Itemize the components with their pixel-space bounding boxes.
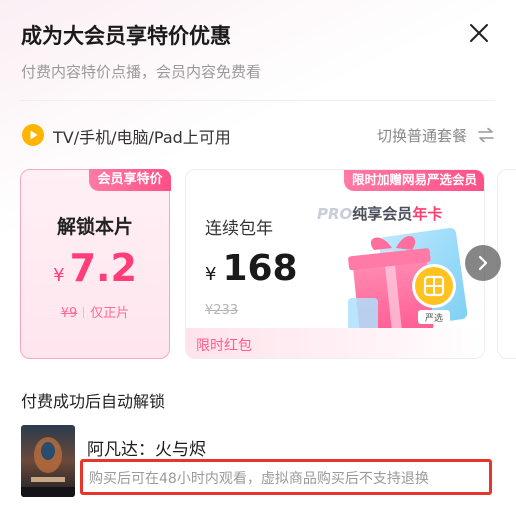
switch-plan-label: 切换普通套餐 [376, 126, 467, 145]
auto-unlock-note: 付费成功后自动解锁 [21, 392, 166, 411]
play-icon [22, 124, 44, 146]
plan-name: 解锁本片 [56, 216, 133, 238]
movie-title: 阿凡达：火与烬 [87, 440, 206, 460]
gift-box-illustration: 严选 [348, 227, 468, 338]
plan-note: 仅正片 [90, 306, 130, 321]
chevron-right-icon [478, 255, 488, 271]
panel-subtitle: 付费内容特价点播，会员内容免费看 [21, 63, 262, 81]
switch-plan-button[interactable]: 切换普通套餐 [377, 124, 495, 146]
promo-title: PRO纯享会员年卡 [317, 203, 442, 224]
original-price: ¥233 [205, 303, 239, 318]
price-amount: 7.2 [69, 246, 137, 290]
price-amount: 168 [222, 248, 298, 289]
promo-pro: PRO [317, 205, 353, 223]
refund-disclaimer-box: 购买后可在48小时内观看，虚拟商品购买后不支持退换 [80, 459, 492, 495]
currency-symbol: ¥ [205, 264, 217, 285]
refund-disclaimer: 购买后可在48小时内观看，虚拟商品购买后不支持退换 [89, 471, 429, 487]
promo-annual: 年卡 [412, 205, 443, 223]
header-divider [21, 100, 495, 101]
original-price: ¥9 [60, 306, 78, 321]
swap-arrows-icon [478, 127, 494, 143]
red-packet-bar: 限时红包 [186, 328, 484, 358]
close-button[interactable] [466, 20, 492, 46]
gift-label: 严选 [425, 312, 443, 324]
movie-poster [21, 425, 75, 497]
platform-availability: TV/手机/电脑/Pad上可用 [53, 128, 231, 147]
promo-member: 纯享会员 [352, 205, 413, 223]
bonus-membership-badge: 限时加赠网易严选会员 [343, 170, 484, 191]
plan-original-price: ¥9 仅正片 [21, 302, 169, 321]
panel-title: 成为大会员享特价优惠 [21, 24, 231, 48]
plan-name: 连续包年 [205, 219, 273, 239]
red-packet-tag: 限时红包 [196, 338, 252, 354]
plan-price: ¥168 [205, 248, 298, 289]
member-discount-badge: 会员享特价 [89, 168, 171, 191]
platform-row: TV/手机/电脑/Pad上可用 切换普通套餐 [21, 121, 495, 149]
plan-card-annual[interactable]: 限时加赠网易严选会员 连续包年 ¥168 ¥233 PRO纯享会员年卡 严选 限… [185, 169, 485, 359]
plan-price: ¥7.2 [21, 246, 169, 290]
price-separator [83, 307, 85, 318]
close-icon [470, 24, 488, 42]
plan-card-unlock-film[interactable]: 会员享特价 解锁本片 ¥7.2 ¥9 仅正片 [20, 168, 171, 359]
vip-purchase-panel: 成为大会员享特价优惠 付费内容特价点播，会员内容免费看 TV/手机/电脑/Pad… [0, 0, 516, 510]
currency-symbol: ¥ [53, 265, 65, 286]
carousel-next-button[interactable] [465, 245, 501, 281]
